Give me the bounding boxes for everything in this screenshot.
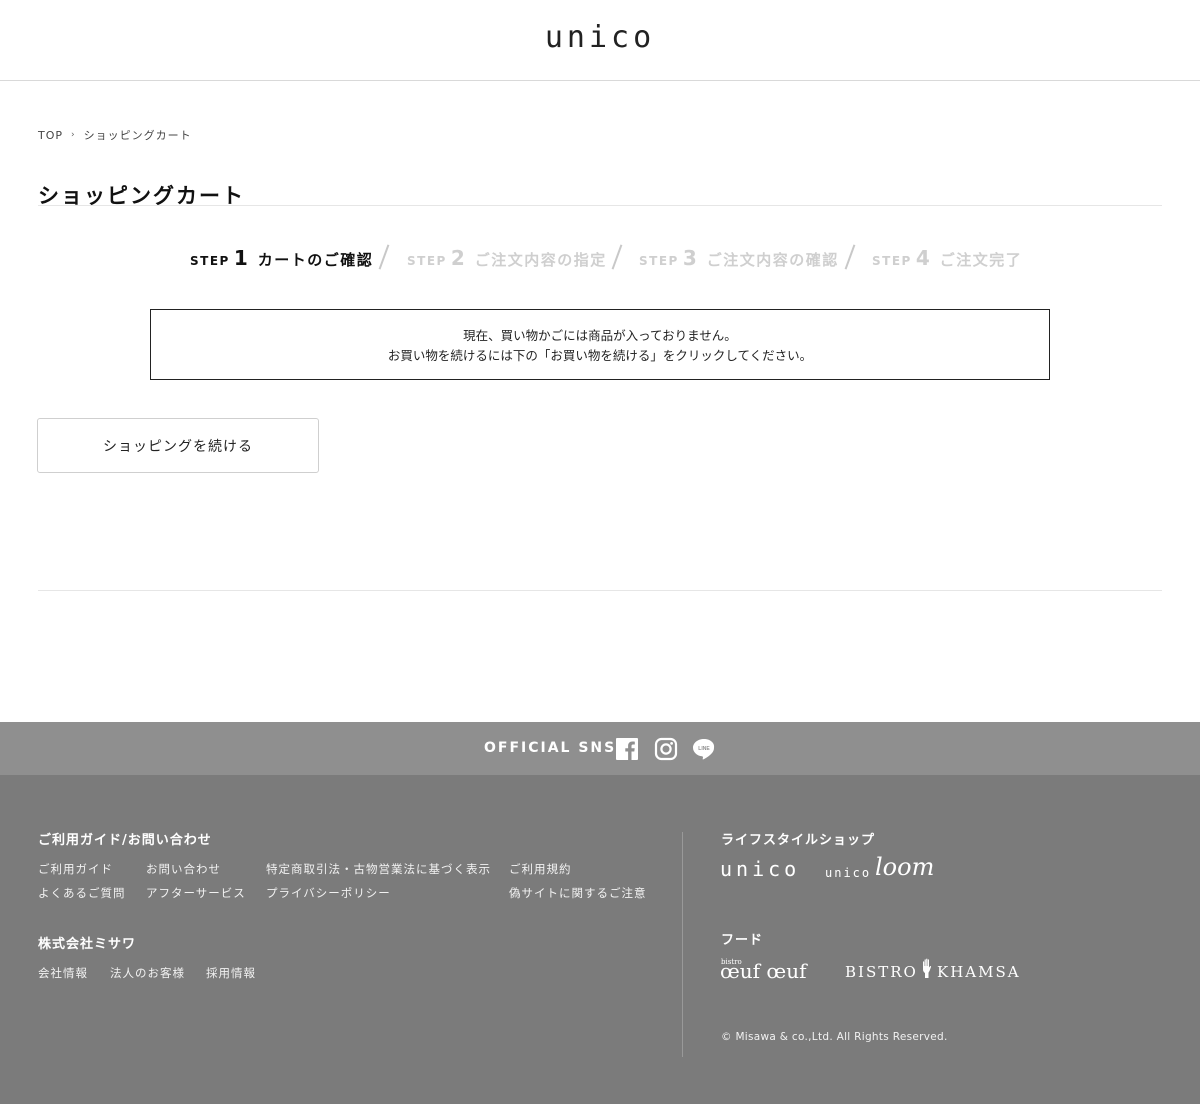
hand-icon [923,958,932,978]
footer-company-heading: 株式会社ミサワ [38,937,137,952]
breadcrumb-home[interactable]: TOP [38,129,63,142]
brand-oeuf-logo[interactable]: œuf œuf [720,959,806,983]
line-icon[interactable]: LINE [692,737,716,761]
footer-lifestyle-heading: ライフスタイルショップ [721,833,876,848]
footer-link-contact[interactable]: お問い合わせ [146,861,221,877]
footer-guide-heading: ご利用ガイド/お問い合わせ [38,833,212,848]
footer-divider [682,832,683,1057]
site-footer: ご利用ガイド/お問い合わせ ご利用ガイド お問い合わせ 特定商取引法・古物営業法… [0,775,1200,1104]
footer-link-law[interactable]: 特定商取引法・古物営業法に基づく表示 [266,861,491,877]
footer-link-faq[interactable]: よくあるご質問 [38,885,126,901]
step-3: STEP 3 ご注文内容の確認 [639,246,839,270]
message-line-1: 現在、買い物かごには商品が入っておりません。 [463,328,737,343]
footer-link-company-info[interactable]: 会社情報 [38,965,88,981]
breadcrumb: TOP › ショッピングカート [38,127,192,143]
footer-link-privacy[interactable]: プライバシーポリシー [266,885,391,901]
footer-food-heading: フード [721,933,764,948]
empty-cart-message: 現在、買い物かごには商品が入っておりません。 お買い物を続けるには下の「お買い物… [150,309,1050,380]
breadcrumb-current: ショッピングカート [83,129,192,142]
brand-loom-prefix[interactable]: unico [825,866,871,880]
instagram-icon[interactable] [654,737,678,761]
continue-shopping-button[interactable]: ショッピングを続ける [37,418,319,473]
footer-link-after-service[interactable]: アフターサービス [146,885,246,901]
brand-unico-logo[interactable]: unico [720,857,800,881]
step-1: STEP 1 カートのご確認 [190,246,374,270]
chevron-right-icon: › [71,130,76,140]
message-line-2: お買い物を続けるには下の「お買い物を続ける」をクリックしてください。 [387,348,813,363]
step-2: STEP 2 ご注文内容の指定 [407,246,607,270]
svg-text:LINE: LINE [698,746,710,752]
site-header: unico [0,0,1200,81]
content-divider [38,590,1162,591]
step-separator [378,244,390,270]
facebook-icon[interactable] [615,737,639,761]
sns-label: OFFICIAL SNS [484,740,617,756]
brand-bistro-text[interactable]: BISTRO [845,963,918,981]
step-separator [611,244,623,270]
footer-link-terms[interactable]: ご利用規約 [509,861,572,877]
footer-link-guide[interactable]: ご利用ガイド [38,861,113,877]
checkout-steps: STEP 1 カートのご確認 STEP 2 ご注文内容の指定 STEP 3 ご注… [0,242,1200,276]
brand-khamsa-text[interactable]: KHAMSA [937,963,1021,981]
copyright: © Misawa & co.,Ltd. All Rights Reserved. [721,1031,948,1043]
footer-link-fraud[interactable]: 偽サイトに関するご注意 [509,885,647,901]
sns-bar: OFFICIAL SNS LINE [0,722,1200,775]
footer-link-corporate[interactable]: 法人のお客様 [110,965,185,981]
footer-link-recruit[interactable]: 採用情報 [206,965,256,981]
step-separator [844,244,856,270]
site-logo[interactable]: unico [0,20,1200,55]
title-divider [38,205,1162,206]
step-4: STEP 4 ご注文完了 [872,246,1023,270]
brand-loom-logo[interactable]: loom [875,853,934,881]
